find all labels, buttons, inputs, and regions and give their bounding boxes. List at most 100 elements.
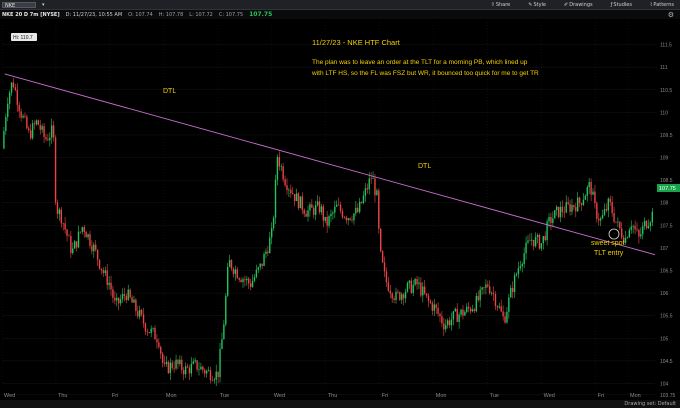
dropdown-chevron-icon[interactable]: ▾ bbox=[42, 2, 45, 8]
candle-body bbox=[494, 294, 497, 307]
time-tick-label: Wed bbox=[4, 393, 15, 399]
candle-body bbox=[181, 359, 183, 370]
candle-body bbox=[293, 194, 296, 202]
last-price: 107.75 bbox=[249, 11, 273, 18]
candle-body bbox=[586, 187, 588, 196]
candle-body bbox=[236, 269, 238, 279]
candle-body bbox=[282, 166, 284, 180]
candle-body bbox=[150, 328, 152, 334]
candle-body bbox=[248, 278, 250, 284]
candle-body bbox=[423, 286, 426, 294]
candle-body bbox=[467, 306, 470, 309]
share-button[interactable]: ⇪ Share bbox=[491, 2, 511, 8]
style-button[interactable]: ✎ Style bbox=[528, 2, 546, 8]
candle-body bbox=[131, 297, 133, 303]
candle-body bbox=[448, 320, 451, 326]
price-tick-label: 110 bbox=[660, 110, 668, 116]
candle-body bbox=[339, 204, 342, 212]
symbol-input[interactable]: NKE bbox=[2, 1, 36, 9]
candle-body bbox=[636, 229, 638, 231]
candle-body bbox=[601, 215, 604, 219]
candle-body bbox=[163, 362, 166, 364]
candle-body bbox=[588, 181, 590, 188]
candle-body bbox=[263, 253, 265, 266]
candle-body bbox=[615, 221, 617, 223]
candle-body bbox=[332, 212, 334, 214]
candle-body bbox=[31, 123, 34, 139]
candle-body bbox=[577, 197, 579, 212]
candle-body bbox=[466, 306, 468, 312]
candle-body bbox=[114, 297, 116, 301]
candle-body bbox=[613, 213, 615, 222]
time-tick-label: Mon bbox=[630, 393, 641, 399]
candle-body bbox=[259, 263, 261, 268]
candle-body bbox=[274, 179, 277, 218]
candle-body bbox=[515, 274, 518, 276]
candle-body bbox=[431, 302, 434, 311]
candle-body bbox=[171, 362, 173, 368]
candle-body bbox=[605, 209, 608, 211]
candle-body bbox=[270, 228, 273, 238]
candle-body bbox=[443, 323, 445, 330]
candle-body bbox=[420, 282, 422, 296]
price-tick-label: 103.75 bbox=[660, 393, 676, 399]
candle-body bbox=[301, 196, 303, 210]
candle-body bbox=[594, 191, 596, 204]
high-marker-label: Hi: 110.7 bbox=[13, 35, 33, 41]
candle-body bbox=[410, 280, 413, 293]
candle-body bbox=[475, 295, 478, 312]
candle-body bbox=[51, 125, 53, 138]
candle-body bbox=[232, 268, 235, 274]
candle-body bbox=[349, 218, 351, 220]
candle-body bbox=[242, 279, 244, 282]
candle-body bbox=[179, 359, 181, 364]
candle-body bbox=[234, 269, 237, 274]
patterns-button[interactable]: ⌇ Patterns bbox=[650, 2, 674, 8]
candle-body bbox=[519, 266, 522, 269]
candle-body bbox=[550, 216, 552, 224]
candle-body bbox=[20, 111, 22, 118]
candle-body bbox=[177, 359, 179, 364]
candle-body bbox=[43, 126, 45, 138]
candle-body bbox=[651, 211, 654, 223]
drawing-set-status[interactable]: Drawing set: Default bbox=[624, 401, 680, 407]
candle-body bbox=[52, 125, 55, 138]
candle-body bbox=[148, 332, 150, 334]
candle-body bbox=[343, 217, 346, 218]
candle-body bbox=[140, 309, 143, 315]
studies-button[interactable]: ƒ Studies bbox=[611, 2, 632, 8]
candle-body bbox=[142, 314, 145, 324]
chart-symbol-label[interactable]: NKE 20 D 7m [NYSE] bbox=[2, 12, 60, 18]
candle-body bbox=[200, 366, 202, 370]
candle-body bbox=[175, 359, 177, 369]
time-tick-label: Mon bbox=[166, 393, 177, 399]
candle-body bbox=[322, 206, 325, 221]
candle-body bbox=[471, 309, 474, 312]
candle-body bbox=[557, 206, 560, 218]
candle-body bbox=[72, 248, 74, 254]
time-tick-label: Wed bbox=[274, 393, 285, 399]
candle-body bbox=[508, 297, 510, 312]
candle-body bbox=[542, 236, 544, 244]
candle-body bbox=[328, 216, 330, 226]
price-chart[interactable]: 111.5 111 110.5 110 109.5 109 108.5 108 107.5 107… bbox=[0, 20, 680, 400]
candle-body bbox=[632, 226, 634, 227]
bar-close: C: 107.75 bbox=[218, 11, 244, 18]
candle-body bbox=[292, 193, 294, 195]
candle-body bbox=[205, 370, 208, 374]
candle-body bbox=[316, 201, 319, 206]
candle-body bbox=[272, 217, 275, 229]
candle-body bbox=[374, 178, 376, 196]
candle-body bbox=[284, 179, 286, 186]
candle-body bbox=[54, 137, 57, 203]
candle-body bbox=[513, 275, 516, 293]
candle-body bbox=[303, 209, 305, 214]
chart-settings-icon[interactable]: ⚙ bbox=[668, 11, 674, 19]
candle-body bbox=[196, 360, 198, 370]
candle-body bbox=[81, 227, 84, 232]
candle-body bbox=[538, 234, 541, 249]
candle-body bbox=[41, 126, 43, 130]
drawings-button[interactable]: ✐ Drawings bbox=[564, 2, 593, 8]
candle-body bbox=[590, 181, 592, 195]
candle-body bbox=[533, 239, 535, 247]
